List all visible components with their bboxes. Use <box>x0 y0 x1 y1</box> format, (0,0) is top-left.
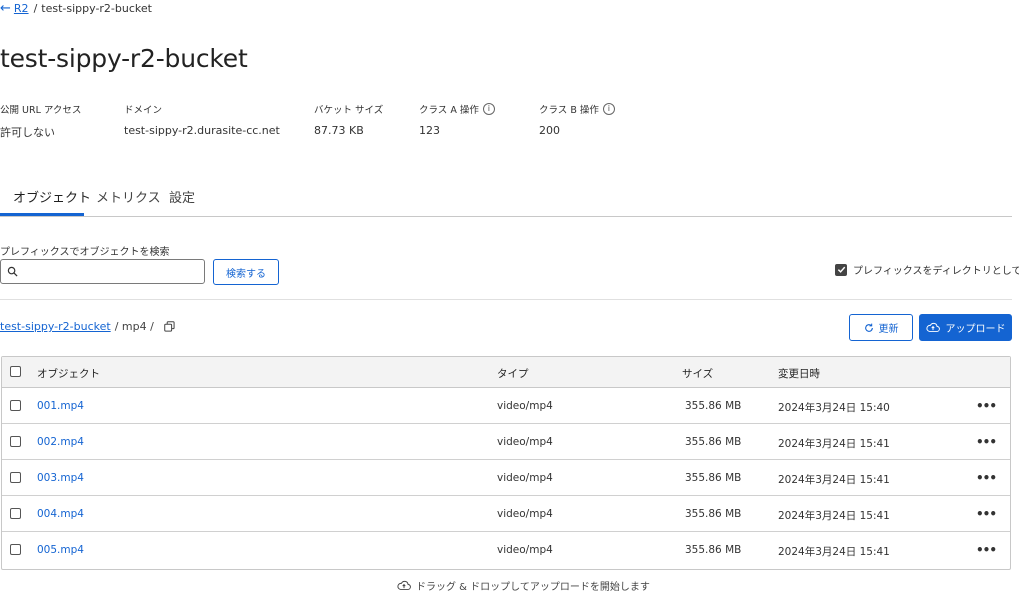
breadcrumb-link-r2[interactable]: R2 <box>14 2 29 15</box>
search-label: プレフィックスでオブジェクトを検索 <box>0 247 170 258</box>
upload-button[interactable]: アップロード <box>919 314 1012 341</box>
object-modified: 2024年3月24日 15:41 <box>778 510 890 522</box>
objects-table: オブジェクト タイプ サイズ 変更日時 001.mp4 video/mp4 35… <box>1 356 1011 570</box>
more-options-icon[interactable]: ••• <box>976 507 997 521</box>
meta-value-public-url: 許可しない <box>0 126 55 139</box>
breadcrumb: ← R2 / test-sippy-r2-bucket <box>0 2 152 15</box>
tab-bar: オブジェクト メトリクス 設定 <box>0 178 1012 217</box>
active-tab-indicator <box>0 213 84 216</box>
column-header-size[interactable]: サイズ <box>682 366 713 381</box>
refresh-button-label: 更新 <box>878 324 899 335</box>
object-type: video/mp4 <box>497 472 553 484</box>
search-input[interactable] <box>22 264 204 279</box>
info-icon[interactable]: i <box>482 103 495 115</box>
search-button-label: 検索する <box>226 268 266 280</box>
object-size: 355.86 MB <box>685 472 742 484</box>
divider <box>0 299 1012 300</box>
more-options-icon[interactable]: ••• <box>976 471 997 485</box>
breadcrumb-current: test-sippy-r2-bucket <box>41 2 152 15</box>
page-title: test-sippy-r2-bucket <box>0 44 248 73</box>
column-header-modified[interactable]: 変更日時 <box>778 366 820 381</box>
object-name-link[interactable]: 005.mp4 <box>37 544 84 556</box>
tab-settings[interactable]: 設定 <box>169 187 195 206</box>
search-button[interactable]: 検索する <box>213 259 279 285</box>
path-rest: / mp4 / <box>114 320 154 333</box>
column-header-type[interactable]: タイプ <box>497 366 529 381</box>
drop-zone-hint[interactable]: ドラッグ & ドロップしてアップロードを開始します <box>397 578 650 593</box>
row-checkbox[interactable] <box>10 472 21 483</box>
row-checkbox[interactable] <box>10 544 21 555</box>
prefix-as-directory-toggle[interactable]: プレフィックスをディレクトリとして表示 <box>835 262 1019 277</box>
meta-label-class-a: クラス A 操作 i <box>419 102 495 116</box>
search-field[interactable] <box>0 259 205 284</box>
meta-label-domain: ドメイン <box>124 105 163 116</box>
tab-metrics[interactable]: メトリクス <box>96 187 161 206</box>
object-type: video/mp4 <box>497 436 553 448</box>
meta-label-public-url: 公開 URL アクセス <box>0 105 82 116</box>
drop-hint-text: ドラッグ & ドロップしてアップロードを開始します <box>416 582 650 593</box>
cloud-upload-icon <box>925 322 940 332</box>
table-row: 004.mp4 video/mp4 355.86 MB 2024年3月24日 1… <box>2 496 1010 532</box>
refresh-icon <box>864 323 873 332</box>
meta-value-domain: test-sippy-r2.durasite-cc.net <box>124 124 280 137</box>
table-row: 002.mp4 video/mp4 355.86 MB 2024年3月24日 1… <box>2 424 1010 460</box>
object-size: 355.86 MB <box>685 508 742 520</box>
object-modified: 2024年3月24日 15:41 <box>778 474 890 486</box>
cloud-upload-icon <box>397 580 411 590</box>
object-size: 355.86 MB <box>685 436 742 448</box>
arrow-left-icon[interactable]: ← <box>0 2 11 15</box>
info-icon[interactable]: i <box>602 103 615 115</box>
column-header-object[interactable]: オブジェクト <box>37 366 100 381</box>
meta-value-class-b: 200 <box>539 124 560 137</box>
object-name-link[interactable]: 003.mp4 <box>37 472 84 484</box>
row-checkbox[interactable] <box>10 436 21 447</box>
object-type: video/mp4 <box>497 400 553 412</box>
meta-label-class-b: クラス B 操作 i <box>539 102 615 116</box>
table-row: 001.mp4 video/mp4 355.86 MB 2024年3月24日 1… <box>2 388 1010 424</box>
object-name-link[interactable]: 002.mp4 <box>37 436 84 448</box>
object-size: 355.86 MB <box>685 400 742 412</box>
meta-label-bucket-size: バケット サイズ <box>314 105 384 116</box>
table-header: オブジェクト タイプ サイズ 変更日時 <box>2 357 1010 388</box>
meta-value-bucket-size: 87.73 KB <box>314 124 364 137</box>
tab-objects[interactable]: オブジェクト <box>13 187 91 206</box>
more-options-icon[interactable]: ••• <box>976 435 997 449</box>
object-modified: 2024年3月24日 15:40 <box>778 402 890 414</box>
breadcrumb-separator: / <box>33 2 38 15</box>
table-row: 005.mp4 video/mp4 355.86 MB 2024年3月24日 1… <box>2 532 1010 568</box>
object-modified: 2024年3月24日 15:41 <box>778 438 890 450</box>
meta-value-class-a: 123 <box>419 124 440 137</box>
row-checkbox[interactable] <box>10 400 21 411</box>
prefix-toggle-label: プレフィックスをディレクトリとして表示 <box>853 266 1019 277</box>
object-name-link[interactable]: 004.mp4 <box>37 508 84 520</box>
object-path-breadcrumb: test-sippy-r2-bucket / mp4 / <box>0 320 175 333</box>
object-type: video/mp4 <box>497 508 553 520</box>
upload-button-label: アップロード <box>945 324 1006 335</box>
copy-icon[interactable] <box>164 321 175 332</box>
more-options-icon[interactable]: ••• <box>976 543 997 557</box>
select-all-checkbox[interactable] <box>10 366 21 377</box>
object-size: 355.86 MB <box>685 544 742 556</box>
object-type: video/mp4 <box>497 544 553 556</box>
path-link-bucket[interactable]: test-sippy-r2-bucket <box>0 320 111 333</box>
row-checkbox[interactable] <box>10 508 21 519</box>
object-modified: 2024年3月24日 15:41 <box>778 546 890 558</box>
table-row: 003.mp4 video/mp4 355.86 MB 2024年3月24日 1… <box>2 460 1010 496</box>
search-icon <box>7 266 18 277</box>
more-options-icon[interactable]: ••• <box>976 399 997 413</box>
checkbox-checked-icon[interactable] <box>835 263 847 276</box>
refresh-button[interactable]: 更新 <box>849 314 913 341</box>
object-name-link[interactable]: 001.mp4 <box>37 400 84 412</box>
